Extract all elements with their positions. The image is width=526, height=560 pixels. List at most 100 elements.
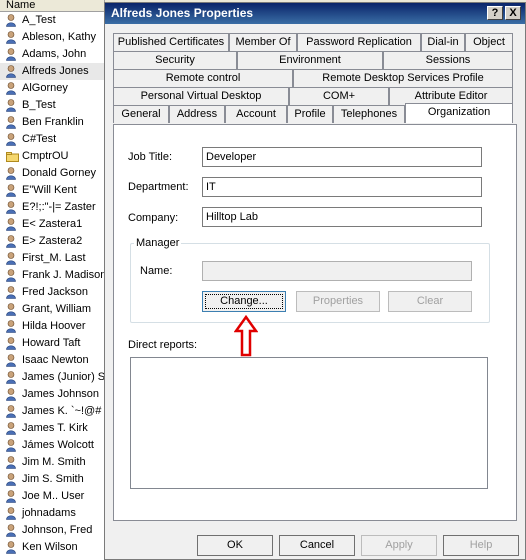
help-button[interactable]: Help — [443, 535, 519, 556]
list-item[interactable]: Ken Wilson — [0, 539, 104, 556]
user-icon — [6, 456, 16, 469]
clear-button: Clear — [388, 291, 472, 312]
tab-organization[interactable]: Organization — [405, 103, 513, 123]
list-item[interactable]: AlGorney — [0, 80, 104, 97]
list-item[interactable]: First_M. Last — [0, 250, 104, 267]
apply-button: Apply — [361, 535, 437, 556]
user-icon — [6, 388, 16, 401]
user-icon — [6, 82, 16, 95]
direct-reports-label: Direct reports: — [128, 339, 198, 351]
user-icon — [6, 252, 16, 265]
user-icon — [6, 422, 16, 435]
user-icon — [6, 371, 16, 384]
tab-remote-control[interactable]: Remote control — [113, 69, 293, 87]
company-field[interactable]: Hilltop Lab — [202, 207, 482, 227]
ok-button[interactable]: OK — [197, 535, 273, 556]
list-item[interactable]: Jim S. Smith — [0, 471, 104, 488]
list-item[interactable]: C#Test — [0, 131, 104, 148]
list-item-label: Howard Taft — [22, 337, 81, 349]
tab-dial-in[interactable]: Dial-in — [421, 33, 465, 51]
user-icon — [6, 507, 16, 520]
user-icon — [6, 354, 16, 367]
list-item[interactable]: Donald Gorney — [0, 165, 104, 182]
properties-dialog: Alfreds Jones Properties ? X Published C… — [104, 2, 526, 560]
tab-password-replication[interactable]: Password Replication — [297, 33, 421, 51]
user-icon — [6, 116, 16, 129]
list-item-label: Ableson, Kathy — [22, 31, 96, 43]
folder-icon — [6, 152, 19, 162]
list-item[interactable]: James (Junior) S — [0, 369, 104, 386]
list-item[interactable]: Jámes Wolcott — [0, 437, 104, 454]
list-item[interactable]: Howard Taft — [0, 335, 104, 352]
tab-security[interactable]: Security — [113, 51, 237, 69]
list-item-label: E> Zastera2 — [22, 235, 83, 247]
annotation-arrow — [234, 315, 258, 357]
user-icon — [6, 439, 16, 452]
organization-panel: Job Title: Developer Department: IT Comp… — [113, 124, 517, 521]
tab-address[interactable]: Address — [169, 105, 225, 123]
user-icon — [6, 14, 16, 27]
close-button[interactable]: X — [505, 6, 521, 20]
list-item-label: James K. `~!@# — [22, 405, 102, 417]
tab-environment[interactable]: Environment — [237, 51, 383, 69]
user-icon — [6, 48, 16, 61]
list-item[interactable]: Frank J. Madison — [0, 267, 104, 284]
list-item-label: Isaac Newton — [22, 354, 89, 366]
tab-remote-desktop-services-profile[interactable]: Remote Desktop Services Profile — [293, 69, 513, 87]
list-item[interactable]: CmptrOU — [0, 148, 104, 165]
user-icon — [6, 184, 16, 197]
list-item[interactable]: B_Test — [0, 97, 104, 114]
tab-personal-virtual-desktop[interactable]: Personal Virtual Desktop — [113, 87, 289, 105]
list-item[interactable]: Adams, John — [0, 46, 104, 63]
list-item-label: Jim S. Smith — [22, 473, 84, 485]
list-item[interactable]: James K. `~!@# — [0, 403, 104, 420]
list-item-label: Johnson, Fred — [22, 524, 93, 536]
user-list: Name A_Test Ableson, Kathy Adams, John Alfr… — [0, 0, 105, 560]
tab-published-certificates[interactable]: Published Certificates — [113, 33, 229, 51]
user-icon — [6, 286, 16, 299]
user-icon — [6, 31, 16, 44]
list-item[interactable]: E> Zastera2 — [0, 233, 104, 250]
list-item[interactable]: James T. Kirk — [0, 420, 104, 437]
direct-reports-list[interactable] — [130, 357, 488, 489]
job-title-field[interactable]: Developer — [202, 147, 482, 167]
help-title-button[interactable]: ? — [487, 6, 503, 20]
list-item-label: James Johnson — [22, 388, 100, 400]
list-item[interactable]: E< Zastera1 — [0, 216, 104, 233]
user-icon — [6, 65, 16, 78]
user-icon — [6, 337, 16, 350]
list-item[interactable]: Fred Jackson — [0, 284, 104, 301]
tab-member-of[interactable]: Member Of — [229, 33, 297, 51]
list-item[interactable]: Johnson, Fred — [0, 522, 104, 539]
list-item[interactable]: Ableson, Kathy — [0, 29, 104, 46]
department-field[interactable]: IT — [202, 177, 482, 197]
list-item[interactable]: E"Will Kent — [0, 182, 104, 199]
tab-com-plus[interactable]: COM+ — [289, 87, 389, 105]
list-item[interactable]: Alfreds Jones — [0, 63, 104, 80]
change-button[interactable]: Change... — [202, 291, 286, 312]
list-item[interactable]: E?!;:"-|= Zaster — [0, 199, 104, 216]
manager-name-label: Name: — [140, 265, 173, 277]
list-item[interactable]: Grant, William — [0, 301, 104, 318]
list-item[interactable]: Hilda Hoover — [0, 318, 104, 335]
dialog-titlebar[interactable]: Alfreds Jones Properties ? X — [105, 3, 525, 24]
tab-profile[interactable]: Profile — [287, 105, 333, 123]
tab-general[interactable]: General — [113, 105, 169, 123]
cancel-button[interactable]: Cancel — [279, 535, 355, 556]
user-icon — [6, 524, 16, 537]
department-label: Department: — [128, 181, 189, 193]
list-item[interactable]: A_Test — [0, 12, 104, 29]
tab-object[interactable]: Object — [465, 33, 513, 51]
list-item-label: Hilda Hoover — [22, 320, 86, 332]
list-item[interactable]: James Johnson — [0, 386, 104, 403]
list-item[interactable]: Joe M.. User — [0, 488, 104, 505]
list-item[interactable]: johnadams — [0, 505, 104, 522]
tab-telephones[interactable]: Telephones — [333, 105, 405, 123]
list-item[interactable]: Jim M. Smith — [0, 454, 104, 471]
list-item[interactable]: Isaac Newton — [0, 352, 104, 369]
list-item-label: AlGorney — [22, 82, 68, 94]
tab-account[interactable]: Account — [225, 105, 287, 123]
tab-sessions[interactable]: Sessions — [383, 51, 513, 69]
list-header-name[interactable]: Name — [0, 0, 104, 12]
list-item[interactable]: Ben Franklin — [0, 114, 104, 131]
